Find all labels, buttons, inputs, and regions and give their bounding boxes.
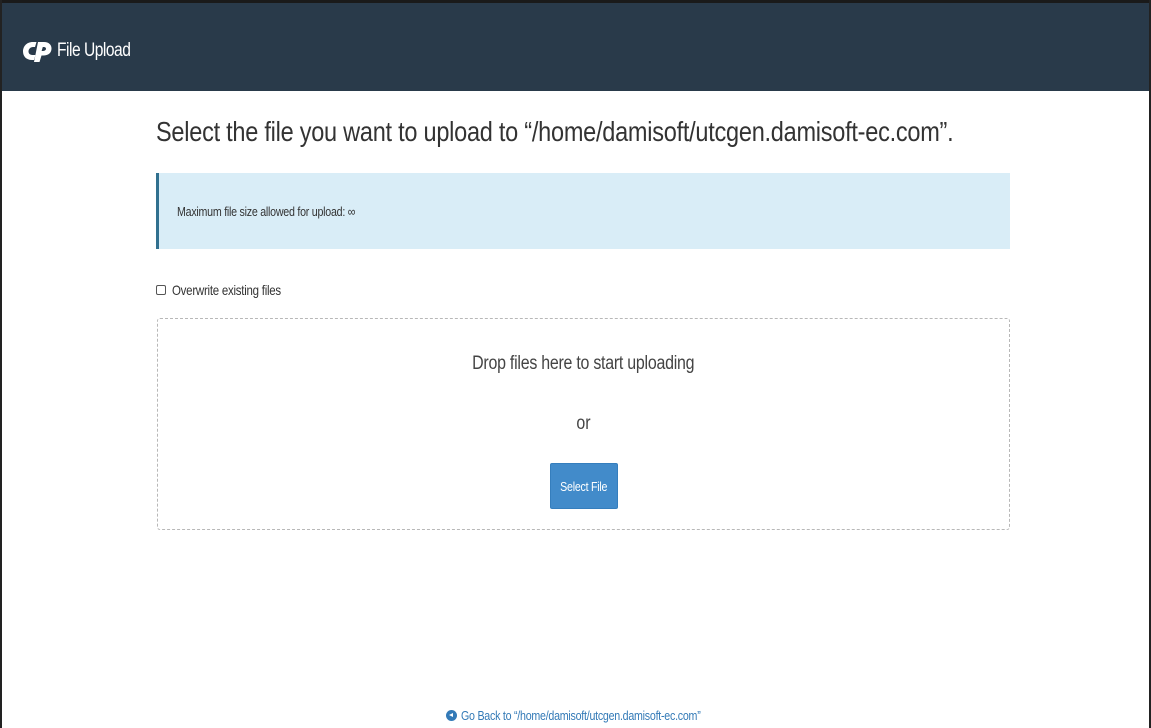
overwrite-option[interactable]: Overwrite existing files <box>156 282 305 298</box>
cpanel-logo-icon <box>23 42 52 62</box>
dropzone-or-text: or <box>576 413 591 434</box>
dropzone-prompt-text: Drop files here to start uploading <box>472 353 695 374</box>
overwrite-label: Overwrite existing files <box>172 282 281 298</box>
select-file-button[interactable]: Select File <box>550 463 618 509</box>
max-file-size-message: Maximum file size allowed for upload: ∞ <box>177 204 356 219</box>
page-title: Select the file you want to upload to “/… <box>156 116 954 147</box>
brand[interactable]: File Upload <box>22 39 147 63</box>
select-file-label: Select File <box>560 478 608 494</box>
go-back-label: Go Back to “/home/damisoft/utcgen.damiso… <box>461 708 701 723</box>
arrow-circle-left-icon <box>446 710 457 721</box>
top-navbar: File Upload <box>2 0 1149 91</box>
go-back-link[interactable]: Go Back to “/home/damisoft/utcgen.damiso… <box>446 708 753 723</box>
dropzone-or: or <box>158 413 1009 435</box>
app-title: File Upload <box>57 40 131 61</box>
overwrite-checkbox[interactable] <box>156 285 166 295</box>
info-alert: Maximum file size allowed for upload: ∞ <box>156 173 1010 249</box>
file-dropzone[interactable]: Drop files here to start uploading or Se… <box>157 318 1010 530</box>
dropzone-prompt: Drop files here to start uploading <box>158 353 1009 375</box>
